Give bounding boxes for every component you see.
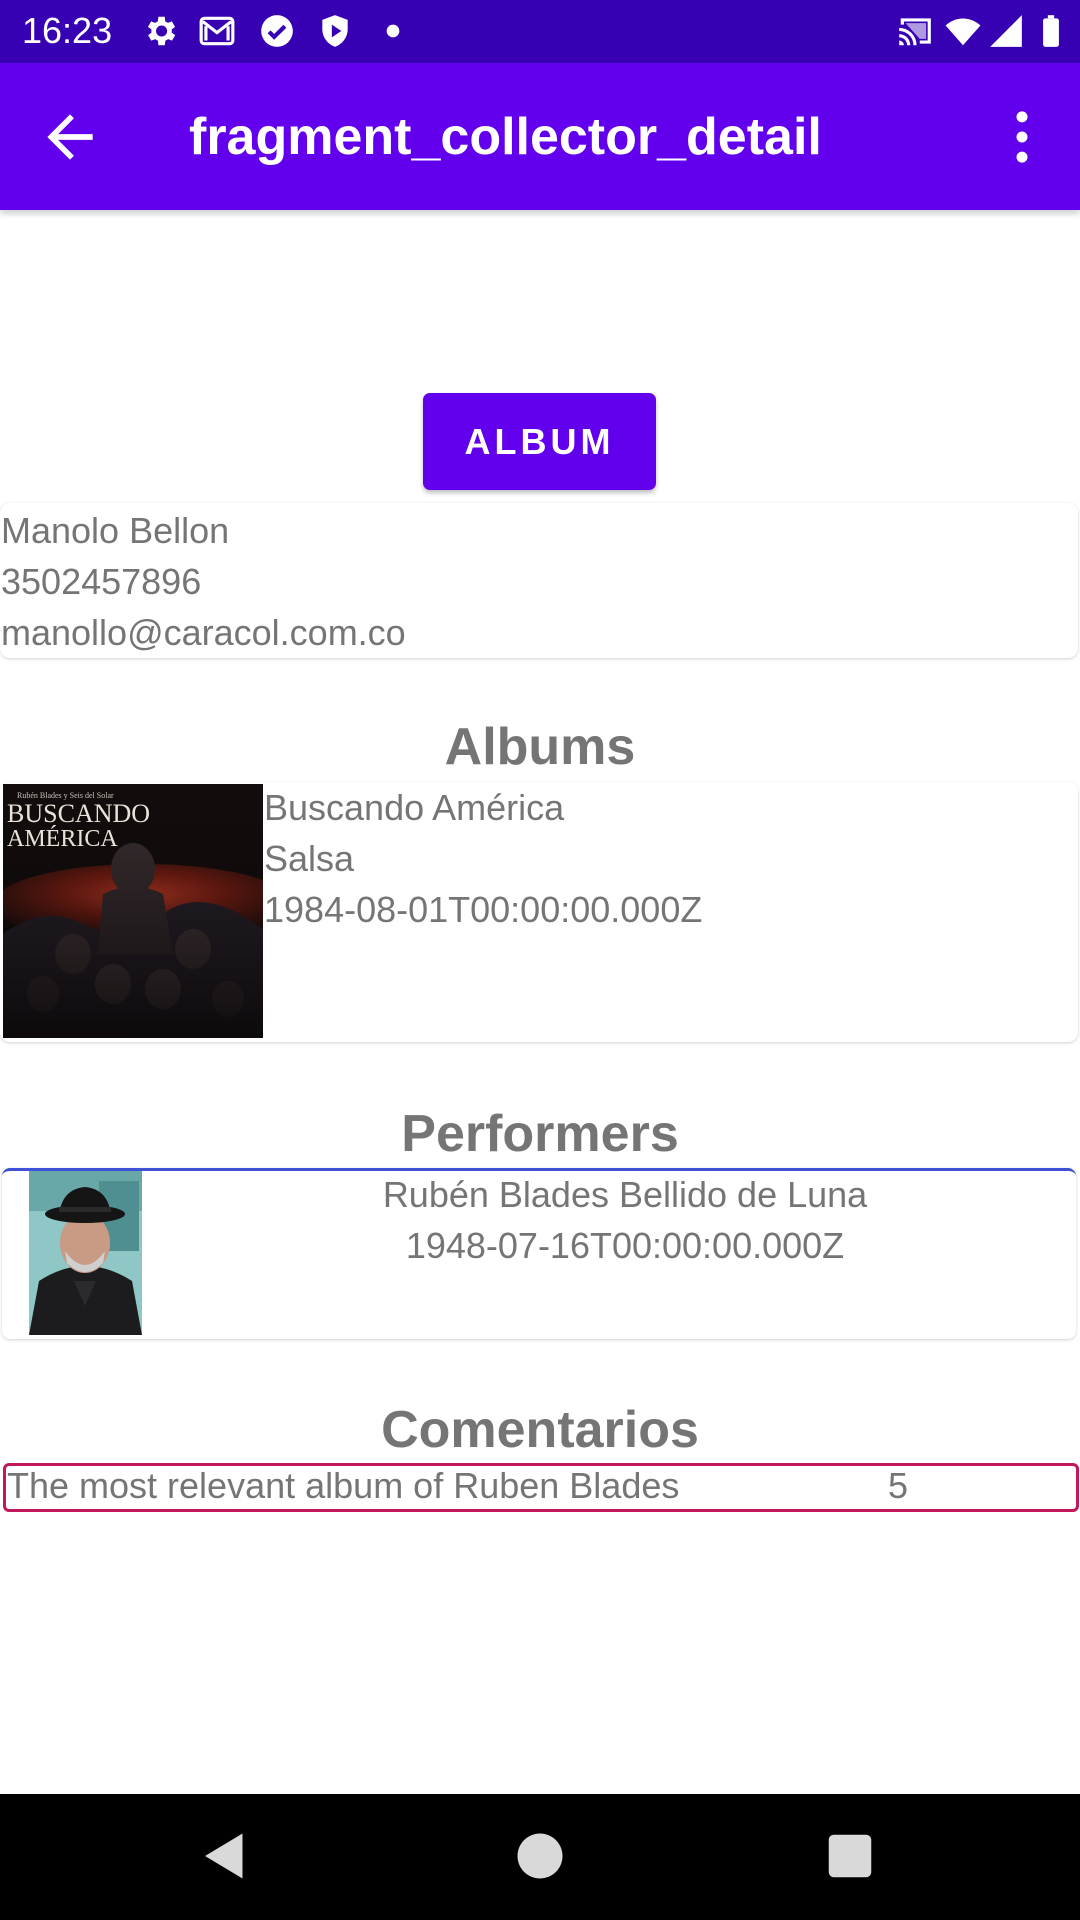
- comment-rating: 5: [888, 1465, 909, 1506]
- status-bar: 16:23: [0, 0, 1080, 63]
- system-nav-bar: [0, 1794, 1080, 1920]
- album-cover-title-line2: AMÉRICA: [7, 826, 118, 852]
- recents-square-icon[interactable]: [820, 1826, 880, 1886]
- album-release-date: 1984-08-01T00:00:00.000Z: [264, 889, 703, 930]
- performer-birth-date: 1948-07-16T00:00:00.000Z: [405, 1225, 845, 1266]
- performers-heading: Performers: [401, 1105, 679, 1163]
- back-arrow-icon[interactable]: [36, 103, 104, 171]
- cast-icon: [896, 12, 934, 50]
- home-circle-icon[interactable]: [510, 1826, 570, 1886]
- wifi-icon: [944, 12, 982, 50]
- album-cover-title-line1: BUSCANDO: [7, 799, 150, 828]
- status-time: 16:23: [22, 10, 113, 51]
- collector-email: manollo@caracol.com.co: [1, 612, 406, 653]
- collector-name: Manolo Bellon: [1, 510, 230, 551]
- comments-heading: Comentarios: [381, 1401, 699, 1459]
- battery-icon: [1032, 12, 1070, 50]
- album-name: Buscando América: [264, 787, 565, 828]
- comment-description: The most relevant album of Ruben Blades: [7, 1465, 680, 1506]
- more-vert-icon[interactable]: [1000, 103, 1044, 171]
- albums-heading: Albums: [444, 718, 636, 776]
- dot-icon: [374, 12, 412, 50]
- performer-photo[interactable]: [29, 1171, 142, 1335]
- back-triangle-icon[interactable]: [195, 1826, 255, 1886]
- album-cover-image[interactable]: Rubén Blades y Seis del Solar BUSCANDO A…: [3, 784, 263, 1038]
- album-genre: Salsa: [264, 838, 355, 879]
- collector-phone: 3502457896: [1, 561, 202, 602]
- app-bar: fragment_collector_detail: [0, 63, 1080, 210]
- page-title: fragment_collector_detail: [189, 108, 822, 166]
- performer-name: Rubén Blades Bellido de Luna: [382, 1174, 868, 1215]
- check-circle-icon: [258, 12, 296, 50]
- comment-list-item[interactable]: The most relevant album of Ruben Blades …: [3, 1463, 1079, 1512]
- gmail-icon: [198, 12, 236, 50]
- gear-icon: [141, 12, 179, 50]
- album-button[interactable]: ALBUM: [423, 393, 656, 490]
- signal-icon: [987, 12, 1025, 50]
- shield-icon: [316, 12, 354, 50]
